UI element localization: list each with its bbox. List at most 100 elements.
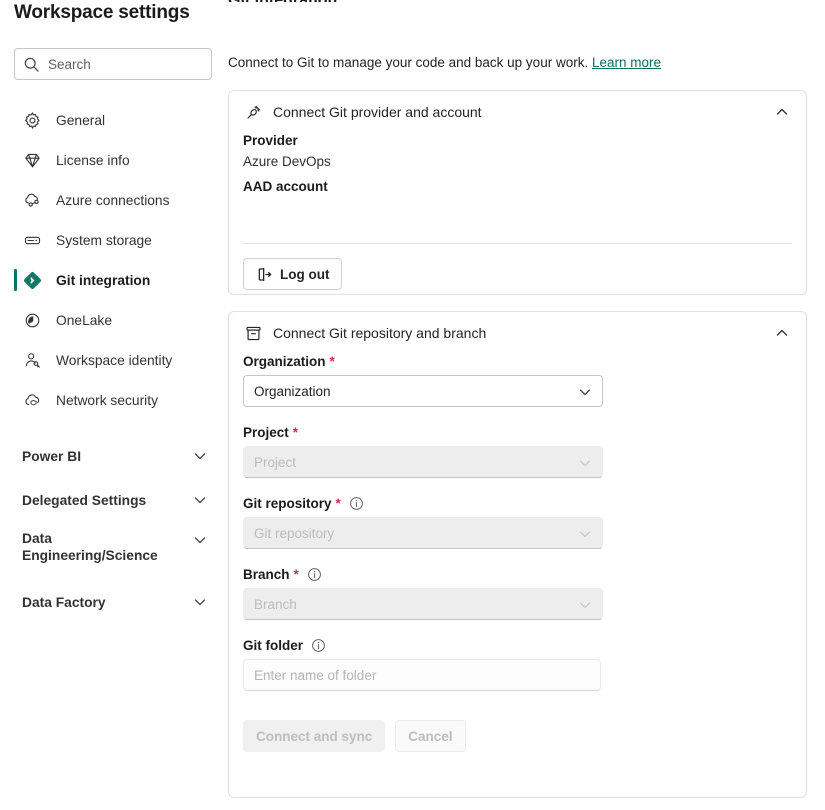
page-title: Workspace settings [14,2,190,23]
required-asterisk: * [293,567,299,582]
git-repository-select-value: Git repository [254,525,335,541]
connect-and-sync-button[interactable]: Connect and sync [243,720,386,752]
search-icon [23,56,40,73]
sidebar-item-git-integration[interactable]: Git integration [0,260,226,300]
git-repository-label: Git repository * [243,496,792,511]
required-asterisk: * [329,354,335,369]
git-repository-label-text: Git repository [243,496,332,511]
required-asterisk: * [335,496,341,511]
connect-git-provider-card: Connect Git provider and account Provide… [228,90,807,295]
cloud-link-icon [22,190,42,210]
sidebar-item-system-storage[interactable]: System storage [0,220,226,260]
sidebar-group-label: Data Engineering/Science [22,531,158,563]
sidebar-item-azure-connections[interactable]: Azure connections [0,180,226,220]
cancel-button-label: Cancel [408,728,453,744]
search-placeholder: Search [48,56,91,72]
branch-select-value: Branch [254,596,297,612]
sidebar-item-label: Azure connections [56,192,170,208]
sidebar-item-network-security[interactable]: Network security [0,380,226,420]
cloud-shield-icon [22,390,42,410]
sidebar-item-license-info[interactable]: License info [0,140,226,180]
git-folder-label-text: Git folder [243,638,303,653]
onelake-icon [22,310,42,330]
project-select-value: Project [254,454,297,470]
connect-git-repository-card-header[interactable]: Connect Git repository and branch [229,312,806,354]
organization-label: Organization * [243,354,792,369]
settings-sidebar: Search General License info Azure connec… [0,44,226,810]
branch-label: Branch * [243,567,792,582]
workspace-settings-page: Workspace settings Search General Licens… [0,0,825,810]
card-action-row: Connect and sync Cancel [243,720,792,752]
aad-account-value [243,200,792,215]
sidebar-item-label: General [56,112,106,128]
sidebar-item-label: Git integration [56,272,151,288]
aad-account-label: AAD account [243,179,792,194]
git-folder-input[interactable] [243,659,601,691]
sidebar-group-delegated-settings[interactable]: Delegated Settings [0,478,226,522]
aad-account-label-text: AAD account [243,179,328,194]
sidebar-item-label: License info [56,152,130,168]
log-out-button-label: Log out [280,266,330,282]
project-select[interactable]: Project [243,446,603,478]
log-out-button[interactable]: Log out [243,258,343,290]
branch-select[interactable]: Branch [243,588,603,620]
section-subtitle: Connect to Git to manage your code and b… [228,55,661,70]
sidebar-item-general[interactable]: General [0,100,226,140]
branch-label-text: Branch [243,567,290,582]
connect-git-provider-card-header[interactable]: Connect Git provider and account [229,91,806,133]
chevron-up-icon[interactable] [774,104,790,120]
provider-label: Provider [243,133,792,148]
info-icon[interactable] [311,638,326,653]
chevron-down-icon [192,594,208,610]
sidebar-item-label: Network security [56,392,158,408]
sidebar-group-data-factory[interactable]: Data Factory [0,580,226,624]
organization-label-text: Organization [243,354,326,369]
connect-git-repository-card-body: Organization * Organization Project * Pr… [229,354,806,752]
chevron-down-icon [192,492,208,508]
chevron-down-icon [192,448,208,464]
git-folder-label: Git folder [243,638,792,653]
organization-select[interactable]: Organization [243,375,603,407]
sidebar-item-label: OneLake [56,312,112,328]
search-input[interactable]: Search [14,48,212,80]
sidebar-group-label: Delegated Settings [22,492,147,508]
info-icon[interactable] [307,567,322,582]
provider-label-text: Provider [243,133,298,148]
section-heading: Git integration [228,0,337,2]
sidebar-item-onelake[interactable]: OneLake [0,300,226,340]
required-asterisk: * [292,425,299,440]
sidebar-group-label: Data Factory [22,594,106,610]
sidebar-item-label: System storage [56,232,152,248]
person-key-icon [22,350,42,370]
connect-git-repository-card: Connect Git repository and branch Organi… [228,311,807,798]
chevron-down-icon [577,455,593,471]
card-title: Connect Git provider and account [273,104,482,120]
gear-icon [22,110,42,130]
git-icon [22,270,42,290]
git-repository-select[interactable]: Git repository [243,517,603,549]
cancel-button[interactable]: Cancel [395,720,466,752]
card-title: Connect Git repository and branch [273,325,487,341]
chevron-down-icon [577,597,593,613]
chevron-down-icon [577,526,593,542]
learn-more-link[interactable]: Learn more [592,55,661,70]
storage-icon [22,230,42,250]
info-icon[interactable] [349,496,364,511]
section-subtitle-text: Connect to Git to manage your code and b… [228,55,589,70]
sign-out-icon [256,266,273,283]
box-icon [243,323,263,343]
chevron-down-icon [577,384,593,400]
connect-git-provider-card-body: Provider Azure DevOps AAD account Log ou… [229,133,806,290]
project-label: Project * [243,425,792,440]
chevron-down-icon [192,532,208,548]
project-label-text: Project [243,425,289,440]
connect-and-sync-button-label: Connect and sync [256,728,373,744]
sidebar-item-workspace-identity[interactable]: Workspace identity [0,340,226,380]
sidebar-group-power-bi[interactable]: Power BI [0,434,226,478]
sidebar-group-data-engineering-science[interactable]: Data Engineering/Science [0,522,226,580]
chevron-up-icon[interactable] [774,325,790,341]
sidebar-item-label: Workspace identity [56,352,173,368]
sidebar-nav-list: General License info Azure connections S… [0,100,226,624]
provider-value: Azure DevOps [243,154,331,169]
settings-content-pane: Git integration Connect to Git to manage… [226,0,825,810]
